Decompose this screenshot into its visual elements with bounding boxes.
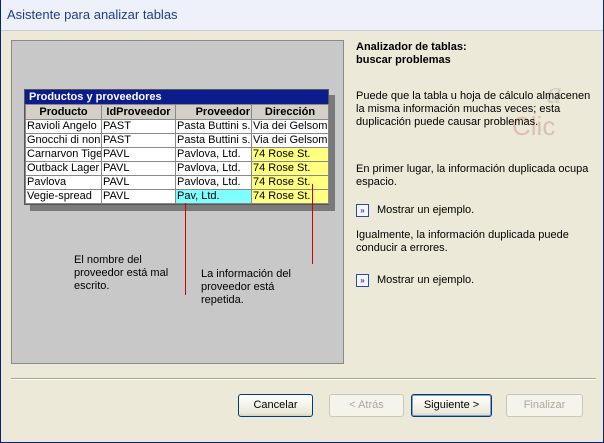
callout-repeated-line: repetida.	[201, 294, 244, 306]
cell-idproveedor: PAVL	[101, 147, 176, 162]
cell-direccion-highlight: 74 Rose St.	[251, 189, 329, 204]
cell-producto: Gnocchi di nonna	[25, 133, 102, 148]
table-row: Carnarvon Tigers PAVL Pavlova, Ltd. 74 R…	[25, 147, 329, 162]
cell-direccion: Via dei Gelsomini	[251, 119, 329, 134]
callout-misspelled-line: escrito.	[74, 280, 110, 292]
step-title-line2: buscar problemas	[356, 54, 451, 66]
column-header-proveedor: Proveedor	[175, 104, 252, 120]
cell-idproveedor: PAST	[101, 133, 176, 148]
callout-line-misspelled	[185, 203, 186, 295]
cell-idproveedor: PAVL	[101, 175, 176, 190]
cell-proveedor: Pavlova, Ltd.	[175, 147, 252, 162]
show-example-label: Mostrar un ejemplo.	[377, 204, 475, 216]
table-row: Vegie-spread PAVL Pav, Ltd. 74 Rose St.	[25, 189, 329, 204]
callout-misspelled-line: proveedor está mal	[74, 267, 169, 279]
cell-producto: Pavlova	[25, 175, 102, 190]
column-header-direccion: Dirección	[251, 104, 329, 120]
column-header-producto: Producto	[25, 104, 102, 120]
cell-producto: Carnarvon Tigers	[25, 147, 102, 162]
next-button[interactable]: Siguiente >	[411, 394, 492, 417]
datasheet-title: Productos y proveedores	[25, 90, 328, 104]
show-example-link-1[interactable]: » Mostrar un ejemplo.	[356, 202, 474, 218]
column-header-idproveedor: IdProveedor	[101, 104, 176, 120]
cell-direccion-highlight: 74 Rose St.	[251, 147, 329, 162]
button-divider	[11, 378, 596, 380]
table-row: Pavlova PAVL Pavlova, Ltd. 74 Rose St.	[25, 175, 329, 190]
table-row: Gnocchi di nonna PAST Pasta Buttini s.r.…	[25, 133, 329, 148]
callout-repeated: La información del proveedor está repeti…	[201, 268, 291, 307]
cell-proveedor: Pasta Buttini s.r.l.	[175, 133, 252, 148]
callout-misspelled: El nombre del proveedor está mal escrito…	[74, 254, 168, 293]
cell-proveedor-misspelled: Pav, Ltd.	[175, 189, 252, 204]
cancel-button[interactable]: Cancelar	[238, 394, 313, 417]
back-button[interactable]: < Atrás	[329, 394, 404, 417]
callout-line-repeated	[312, 184, 313, 264]
show-example-label: Mostrar un ejemplo.	[377, 274, 475, 286]
cell-producto: Outback Lager	[25, 161, 102, 176]
cell-producto: Vegie-spread	[25, 189, 102, 204]
cell-direccion-highlight: 74 Rose St.	[251, 175, 329, 190]
cell-proveedor: Pavlova, Ltd.	[175, 161, 252, 176]
callout-repeated-line: La información del	[201, 268, 291, 280]
cell-idproveedor: PAVL	[101, 189, 176, 204]
window-title: Asistente para analizar tablas	[7, 7, 178, 22]
title-bar[interactable]: Asistente para analizar tablas	[1, 0, 603, 31]
example-datasheet: Productos y proveedores Producto IdProve…	[24, 89, 329, 205]
double-chevron-icon: »	[356, 203, 369, 217]
space-paragraph: En primer lugar, la información duplicad…	[356, 163, 589, 188]
double-chevron-icon: »	[356, 273, 369, 287]
example-illustration-panel: Productos y proveedores Producto IdProve…	[11, 40, 344, 364]
finish-button[interactable]: Finalizar	[506, 394, 583, 417]
table-row: Ravioli Angelo PAST Pasta Buttini s.r.l.…	[25, 119, 329, 134]
errors-paragraph: Igualmente, la información duplicada pue…	[356, 229, 569, 254]
wizard-window: Asistente para analizar tablas Productos…	[0, 0, 604, 443]
show-example-link-2[interactable]: » Mostrar un ejemplo.	[356, 272, 474, 288]
step-title: Analizador de tablas: buscar problemas	[356, 41, 467, 67]
cell-idproveedor: PAST	[101, 119, 176, 134]
step-title-line1: Analizador de tablas:	[356, 41, 467, 53]
callout-misspelled-line: El nombre del	[74, 254, 142, 266]
table-row: Outback Lager PAVL Pavlova, Ltd. 74 Rose…	[25, 161, 329, 176]
cell-producto: Ravioli Angelo	[25, 119, 102, 134]
cell-proveedor: Pavlova, Ltd.	[175, 175, 252, 190]
cell-direccion: Via dei Gelsomini	[251, 133, 329, 148]
datasheet-table: Producto IdProveedor Proveedor Dirección…	[25, 104, 329, 204]
cell-direccion-highlight: 74 Rose St.	[251, 161, 329, 176]
intro-paragraph: Puede que la tabla u hoja de cálculo alm…	[356, 90, 591, 128]
cell-idproveedor: PAVL	[101, 161, 176, 176]
datasheet-header-row: Producto IdProveedor Proveedor Dirección	[25, 104, 329, 120]
callout-repeated-line: proveedor está	[201, 281, 275, 293]
cell-proveedor: Pasta Buttini s.r.l.	[175, 119, 252, 134]
